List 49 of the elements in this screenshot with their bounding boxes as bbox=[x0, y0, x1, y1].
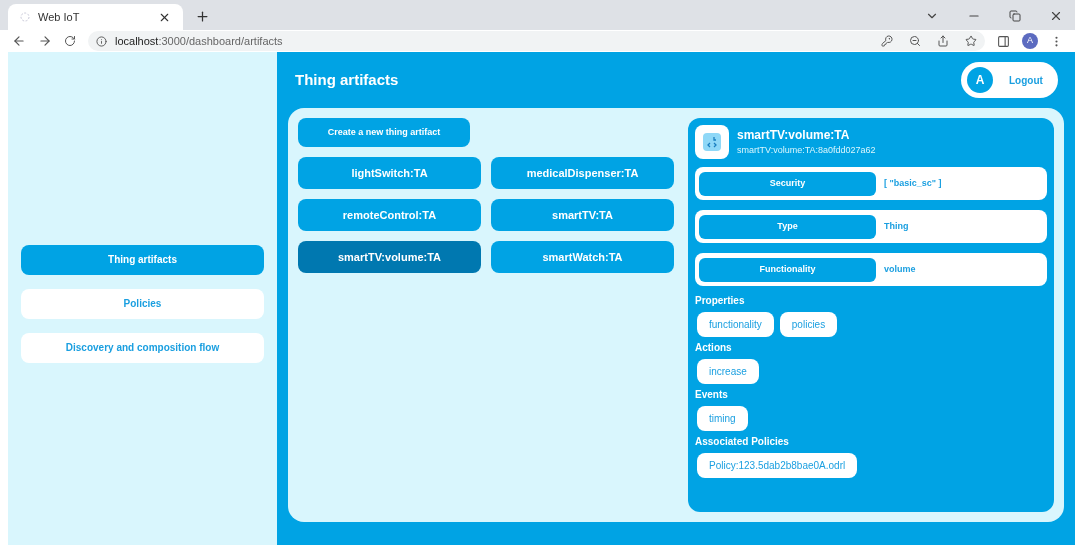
sidebar-item[interactable]: Policies bbox=[21, 288, 264, 319]
page-title: Thing artifacts bbox=[295, 69, 399, 90]
app-icon bbox=[20, 12, 30, 22]
share-icon[interactable] bbox=[937, 35, 949, 47]
artifact-button[interactable]: smartTV:TA bbox=[491, 199, 674, 231]
chip[interactable]: functionality bbox=[697, 312, 774, 337]
logout-button[interactable]: A Logout bbox=[961, 62, 1058, 98]
address-bar[interactable]: localhost:3000/dashboard/artifacts bbox=[88, 31, 985, 51]
field-label: Security bbox=[699, 171, 876, 196]
info-icon[interactable] bbox=[96, 35, 107, 47]
field-value: [ "basic_sc" ] bbox=[884, 176, 942, 190]
url-text: localhost:3000/dashboard/artifacts bbox=[115, 33, 284, 49]
sidebar-item[interactable]: Thing artifacts bbox=[21, 244, 264, 275]
create-button[interactable]: Create a new thing artifact bbox=[298, 118, 470, 147]
new-tab-icon[interactable] bbox=[195, 9, 210, 24]
artifact-icon bbox=[695, 125, 729, 159]
forward-icon[interactable] bbox=[38, 34, 52, 48]
user-avatar: A bbox=[967, 67, 993, 93]
browser-tab[interactable]: Web IoT bbox=[8, 4, 183, 30]
detail-id: smartTV:volume:TA:8a0fdd027a62 bbox=[737, 144, 876, 158]
artifact-button[interactable]: smartTV:volume:TA bbox=[298, 241, 481, 273]
section-heading: Events bbox=[695, 388, 729, 402]
back-icon[interactable] bbox=[12, 34, 26, 48]
chip[interactable]: Policy:123.5dab2b8bae0A.odrl bbox=[697, 453, 858, 478]
zoom-icon[interactable] bbox=[909, 35, 921, 47]
chip[interactable]: timing bbox=[697, 406, 748, 431]
tab-title: Web IoT bbox=[38, 9, 81, 25]
restore-icon[interactable] bbox=[1009, 10, 1021, 22]
side-panel-icon[interactable] bbox=[997, 34, 1010, 48]
field-label: Functionality bbox=[699, 257, 876, 282]
section-heading: Actions bbox=[695, 341, 733, 355]
chip[interactable]: policies bbox=[779, 312, 838, 337]
artifact-button[interactable]: remoteControl:TA bbox=[298, 199, 481, 231]
profile-avatar[interactable]: A bbox=[1022, 33, 1038, 49]
field-value: Thing bbox=[884, 219, 909, 233]
field-label: Type bbox=[699, 214, 876, 239]
close-window-icon[interactable] bbox=[1049, 9, 1063, 23]
sidebar-item[interactable]: Discovery and composition flow bbox=[21, 332, 264, 363]
key-icon[interactable] bbox=[881, 35, 893, 47]
reload-icon[interactable] bbox=[64, 35, 76, 47]
field-value: volume bbox=[884, 262, 916, 276]
artifact-button[interactable]: smartWatch:TA bbox=[491, 241, 674, 273]
chip[interactable]: increase bbox=[697, 359, 759, 384]
section-heading: Associated Policies bbox=[695, 435, 790, 449]
section-heading: Properties bbox=[695, 294, 746, 308]
artifact-button[interactable]: medicalDispenser:TA bbox=[491, 157, 674, 189]
bookmark-icon[interactable] bbox=[965, 35, 977, 47]
artifact-button[interactable]: lightSwitch:TA bbox=[298, 157, 481, 189]
detail-title: smartTV:volume:TA bbox=[737, 127, 851, 145]
